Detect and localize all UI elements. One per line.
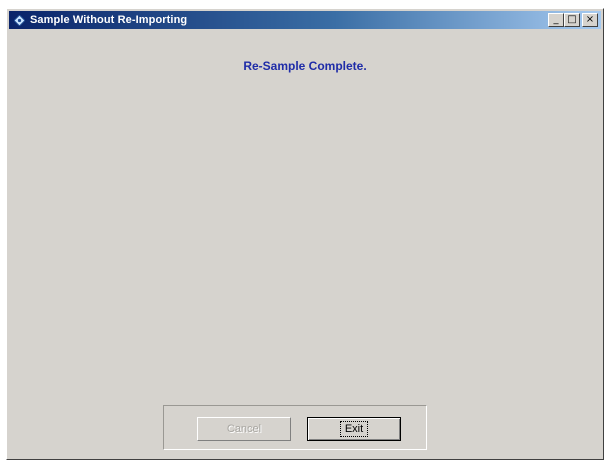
status-message: Re-Sample Complete.: [243, 59, 367, 73]
button-panel: Cancel Exit: [163, 405, 427, 450]
window-controls: _ □ ×: [548, 13, 598, 27]
minimize-icon: _: [553, 14, 559, 25]
minimize-button[interactable]: _: [548, 13, 564, 27]
maximize-button[interactable]: □: [564, 13, 580, 27]
close-icon: ×: [585, 14, 595, 25]
dialog-window: Sample Without Re-Importing _ □ × Re-Sam…: [6, 8, 604, 460]
cancel-button[interactable]: Cancel: [197, 417, 291, 441]
maximize-icon: □: [567, 14, 577, 25]
close-button[interactable]: ×: [582, 13, 598, 27]
cancel-button-label: Cancel: [226, 423, 262, 435]
app-diamond-icon: [13, 14, 25, 26]
exit-button-label: Exit: [339, 421, 369, 437]
exit-button[interactable]: Exit: [307, 417, 401, 441]
title-bar[interactable]: Sample Without Re-Importing _ □ ×: [9, 11, 601, 29]
window-title: Sample Without Re-Importing: [30, 14, 188, 26]
